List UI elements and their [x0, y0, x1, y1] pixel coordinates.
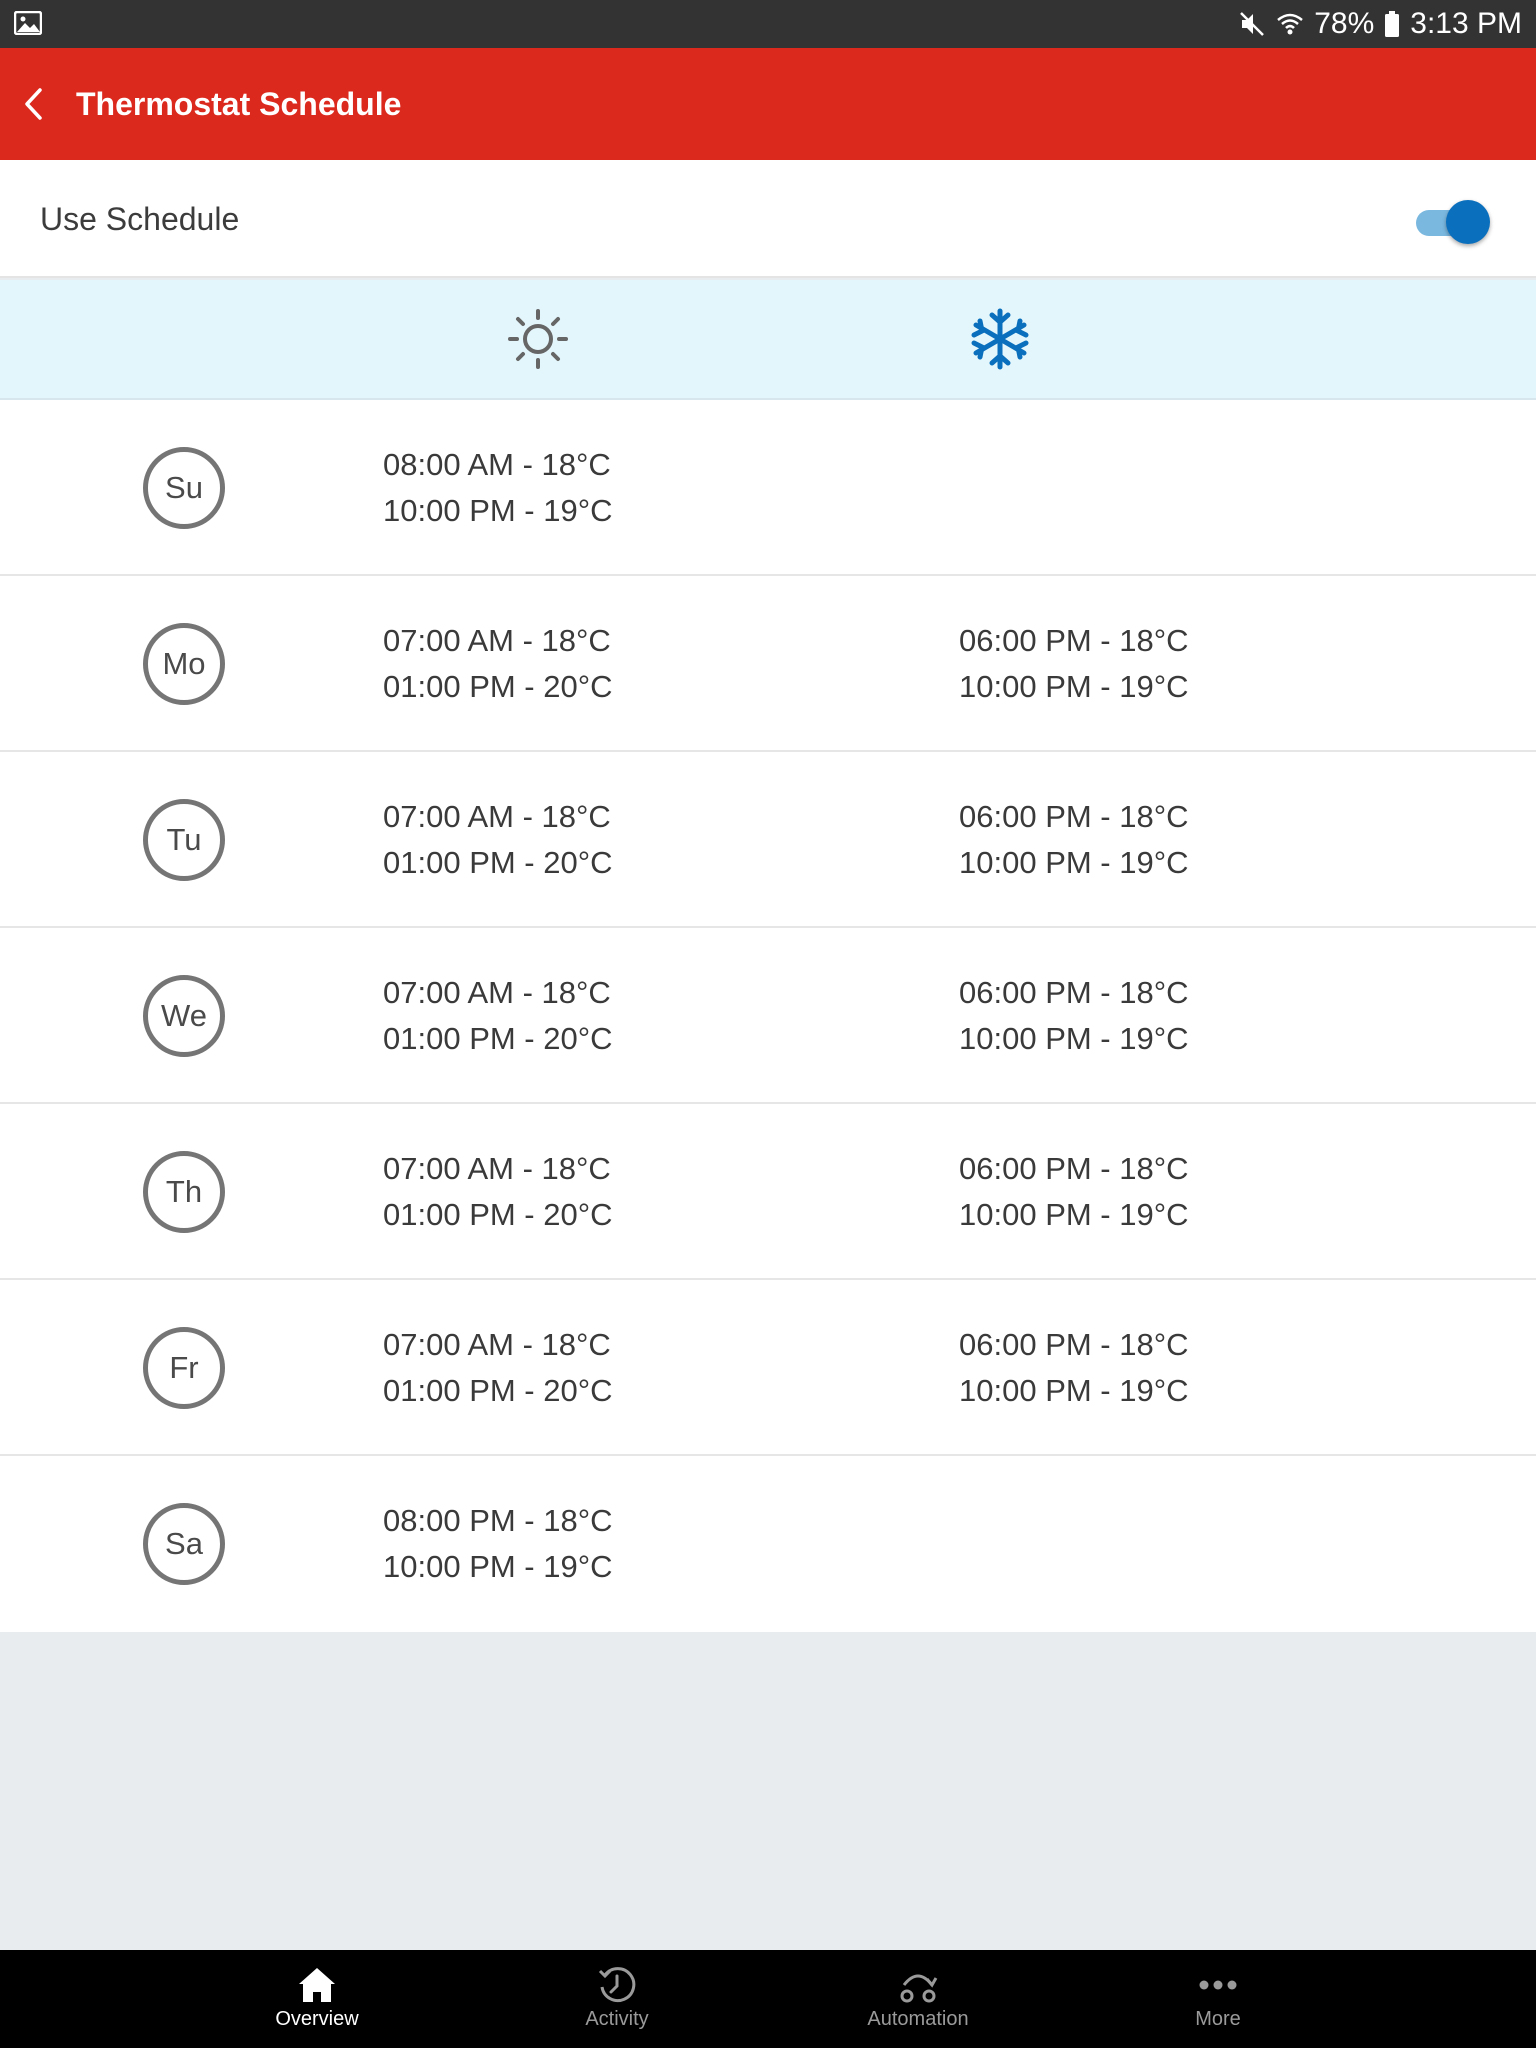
page-title: Thermostat Schedule — [76, 86, 402, 122]
day-badge: Mo — [143, 623, 225, 705]
cool-time-1: 06:00 PM - 18°C — [959, 1151, 1189, 1186]
cool-time-1: 06:00 PM - 18°C — [959, 975, 1189, 1010]
mute-icon — [1240, 12, 1265, 36]
automation-icon — [900, 1974, 938, 2003]
cool-time-2: 10:00 PM - 19°C — [959, 669, 1189, 704]
nav-label: Activity — [585, 2008, 649, 2030]
cool-schedule: 06:00 PM - 18°C 10:00 PM - 19°C — [959, 1322, 1189, 1414]
heat-schedule: 07:00 AM - 18°C 01:00 PM - 20°C — [383, 618, 613, 710]
heat-time-2: 01:00 PM - 20°C — [383, 1197, 613, 1232]
day-badge: Tu — [143, 799, 225, 881]
use-schedule-label: Use Schedule — [40, 201, 240, 237]
nav-automation[interactable]: Automation — [768, 1950, 1068, 2048]
heat-schedule: 07:00 AM - 18°C 01:00 PM - 20°C — [383, 1146, 613, 1238]
home-icon — [299, 1968, 335, 2002]
status-icons: 78% 3:13 PM — [1238, 0, 1522, 48]
toggle-knob — [1446, 200, 1490, 244]
heat-time-1: 08:00 PM - 18°C — [383, 1503, 613, 1538]
day-row-sunday[interactable]: Su 08:00 AM - 18°C 10:00 PM - 19°C — [0, 400, 1536, 576]
chevron-left-icon — [25, 88, 42, 120]
battery-icon — [1385, 11, 1400, 37]
heat-time-1: 07:00 AM - 18°C — [383, 1151, 611, 1186]
day-row-monday[interactable]: Mo 07:00 AM - 18°C 01:00 PM - 20°C 06:00… — [0, 576, 1536, 752]
heat-time-1: 08:00 AM - 18°C — [383, 447, 611, 482]
day-row-tuesday[interactable]: Tu 07:00 AM - 18°C 01:00 PM - 20°C 06:00… — [0, 752, 1536, 928]
nav-overview[interactable]: Overview — [167, 1950, 467, 2048]
heat-time-1: 07:00 AM - 18°C — [383, 975, 611, 1010]
cool-time-1: 06:00 PM - 18°C — [959, 1327, 1189, 1362]
use-schedule-row: Use Schedule — [0, 160, 1536, 278]
app-bar: Thermostat Schedule — [0, 48, 1536, 160]
day-badge: Sa — [143, 1503, 225, 1585]
day-row-wednesday[interactable]: We 07:00 AM - 18°C 01:00 PM - 20°C 06:00… — [0, 928, 1536, 1104]
clock: 3:13 PM — [1410, 7, 1522, 40]
cool-schedule: 06:00 PM - 18°C 10:00 PM - 19°C — [959, 970, 1189, 1062]
cool-time-2: 10:00 PM - 19°C — [959, 1373, 1189, 1408]
heat-time-2: 01:00 PM - 20°C — [383, 845, 613, 880]
heat-time-2: 01:00 PM - 20°C — [383, 1373, 613, 1408]
nav-label: Overview — [275, 2008, 359, 2030]
heat-schedule: 07:00 AM - 18°C 01:00 PM - 20°C — [383, 1322, 613, 1414]
heat-time-1: 07:00 AM - 18°C — [383, 1327, 611, 1362]
cool-schedule: 06:00 PM - 18°C 10:00 PM - 19°C — [959, 618, 1189, 710]
snowflake-icon — [971, 308, 1029, 370]
cool-schedule: 06:00 PM - 18°C 10:00 PM - 19°C — [959, 794, 1189, 886]
day-row-friday[interactable]: Fr 07:00 AM - 18°C 01:00 PM - 20°C 06:00… — [0, 1280, 1536, 1456]
back-button[interactable] — [10, 80, 58, 128]
heat-time-2: 10:00 PM - 19°C — [383, 1549, 613, 1584]
heat-time-2: 01:00 PM - 20°C — [383, 1021, 613, 1056]
wifi-icon — [1277, 13, 1304, 35]
schedule-list: Su 08:00 AM - 18°C 10:00 PM - 19°C Mo 07… — [0, 400, 1536, 1632]
battery-percent: 78% — [1314, 7, 1375, 40]
nav-more[interactable]: More — [1068, 1950, 1368, 2048]
sun-icon — [508, 309, 568, 369]
heat-schedule: 07:00 AM - 18°C 01:00 PM - 20°C — [383, 970, 613, 1062]
status-bar: 78% 3:13 PM — [0, 0, 1536, 48]
heat-schedule: 08:00 PM - 18°C 10:00 PM - 19°C — [383, 1498, 613, 1590]
heat-schedule: 08:00 AM - 18°C 10:00 PM - 19°C — [383, 442, 613, 534]
bottom-nav: Overview Activity Automation More — [0, 1950, 1536, 2048]
day-badge: Su — [143, 447, 225, 529]
heat-time-2: 10:00 PM - 19°C — [383, 493, 613, 528]
heat-time-1: 07:00 AM - 18°C — [383, 623, 611, 658]
day-row-saturday[interactable]: Sa 08:00 PM - 18°C 10:00 PM - 19°C — [0, 1456, 1536, 1632]
cool-time-2: 10:00 PM - 19°C — [959, 845, 1189, 880]
day-badge: Fr — [143, 1327, 225, 1409]
nav-label: Automation — [867, 2008, 969, 2030]
mode-header — [0, 280, 1536, 400]
day-badge: Th — [143, 1151, 225, 1233]
nav-activity[interactable]: Activity — [467, 1950, 767, 2048]
use-schedule-toggle[interactable] — [1414, 200, 1490, 244]
heat-schedule: 07:00 AM - 18°C 01:00 PM - 20°C — [383, 794, 613, 886]
more-dots-icon — [1199, 1980, 1237, 1990]
cool-time-1: 06:00 PM - 18°C — [959, 799, 1189, 834]
day-badge: We — [143, 975, 225, 1057]
cool-schedule: 06:00 PM - 18°C 10:00 PM - 19°C — [959, 1146, 1189, 1238]
cool-time-2: 10:00 PM - 19°C — [959, 1197, 1189, 1232]
nav-label: More — [1195, 2008, 1241, 2030]
cool-time-1: 06:00 PM - 18°C — [959, 623, 1189, 658]
gallery-icon — [14, 11, 42, 35]
heat-time-1: 07:00 AM - 18°C — [383, 799, 611, 834]
cool-time-2: 10:00 PM - 19°C — [959, 1021, 1189, 1056]
heat-time-2: 01:00 PM - 20°C — [383, 669, 613, 704]
clock-history-icon — [598, 1967, 636, 2003]
day-row-thursday[interactable]: Th 07:00 AM - 18°C 01:00 PM - 20°C 06:00… — [0, 1104, 1536, 1280]
